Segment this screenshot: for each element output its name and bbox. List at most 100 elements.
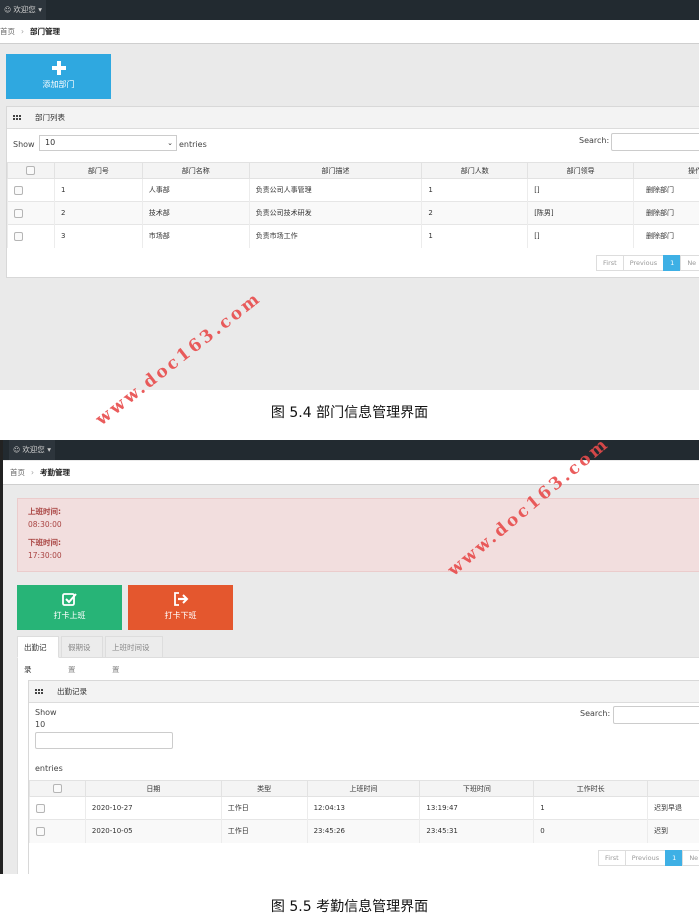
end-time-value: 17:30:00 — [28, 551, 62, 560]
tab-work-hours-settings[interactable]: 上班时间设置 — [105, 636, 163, 674]
row-select — [29, 796, 86, 820]
work-hours-alert: 上班时间: 08:30:00 下班时间: 17:30:00 — [17, 498, 699, 572]
row-checkbox[interactable] — [14, 185, 23, 195]
select-all-checkbox[interactable] — [52, 784, 62, 793]
breadcrumb-home[interactable]: 首页 — [10, 468, 25, 477]
cell-dept-id: 2 — [53, 201, 143, 225]
row-checkbox[interactable] — [36, 826, 45, 836]
page-length-select[interactable]: 10 ⌄ — [39, 135, 177, 151]
cell-dept-id: 1 — [53, 178, 143, 202]
start-time-value: 08:30:00 — [28, 520, 62, 529]
cell-type: 工作日 — [220, 796, 308, 820]
grid-icon — [13, 115, 21, 122]
tab-attendance-records[interactable]: 出勤记录 — [17, 636, 59, 674]
column-header[interactable]: 部门号 — [53, 162, 143, 179]
check-out-button[interactable]: 打卡下班 — [128, 585, 233, 630]
tab-leave-settings[interactable]: 假期设置 — [61, 636, 103, 674]
column-header[interactable]: 部门人数 — [421, 162, 529, 179]
pager-next[interactable]: Ne — [680, 255, 699, 271]
breadcrumb-current: 部门管理 — [30, 27, 60, 36]
search-input[interactable] — [611, 133, 699, 151]
delete-department-link[interactable]: 删除部门 — [633, 201, 699, 225]
pager-current-page[interactable]: 1 — [665, 850, 684, 866]
table-row: 2020-10-27 工作日 12:04:13 13:19:47 1 迟到早退 — [29, 796, 699, 820]
cell-dept-count: 2 — [421, 201, 528, 225]
cell-note: 迟到 — [647, 819, 699, 843]
end-time-label: 下班时间: — [28, 538, 61, 547]
page-length-value: 10 — [35, 720, 46, 729]
cell-dept-name: 技术部 — [141, 201, 250, 225]
page-length-select[interactable] — [35, 732, 173, 749]
cell-type: 工作日 — [220, 819, 308, 843]
cell-dept-id: 3 — [53, 224, 143, 248]
welcome-label: 欢迎您 — [22, 445, 45, 454]
row-checkbox[interactable] — [36, 803, 45, 813]
plus-icon — [51, 61, 66, 75]
attendance-table: 日期 类型 上班时间 下班时间 工作时长 备 2020-10-27 工作日 12… — [29, 780, 699, 843]
pager-current-page[interactable]: 1 — [663, 255, 682, 271]
column-header[interactable]: 日期 — [84, 780, 222, 797]
table-row: 2 技术部 负责公司技术研发 2 [陈男] 删除部门 — [7, 201, 699, 225]
user-icon: ☺ — [4, 6, 12, 14]
cell-date: 2020-10-05 — [84, 819, 222, 843]
entries-label: entries — [179, 140, 207, 149]
cell-work-hours: 0 — [533, 819, 648, 843]
department-list-panel: 部门列表 Show 10 ⌄ entries Search: 部门号 部门名称 … — [6, 106, 699, 278]
select-all-header — [29, 780, 86, 797]
add-department-button[interactable]: 添加部门 — [6, 54, 111, 99]
top-navbar: ☺ 欢迎您 ▾ — [0, 0, 699, 20]
cell-start-time: 23:45:26 — [306, 819, 420, 843]
cell-dept-leader: [] — [527, 178, 634, 202]
table-header-row: 部门号 部门名称 部门描述 部门人数 部门领导 操作 — [7, 162, 699, 179]
check-in-label: 打卡上班 — [53, 611, 86, 620]
delete-department-link[interactable]: 删除部门 — [633, 178, 699, 202]
figure-caption-2: 图 5.5 考勤信息管理界面 — [270, 899, 429, 915]
pager-first[interactable]: First — [596, 255, 624, 271]
welcome-label: 欢迎您 — [13, 5, 36, 14]
breadcrumb-current: 考勤管理 — [40, 468, 70, 477]
grid-icon — [35, 689, 43, 696]
cell-work-hours: 1 — [533, 796, 648, 820]
cell-dept-count: 1 — [421, 178, 528, 202]
pagination: First Previous 1 Ne — [596, 255, 699, 271]
cell-dept-leader: [陈男] — [527, 201, 634, 225]
column-header[interactable]: 工作时长 — [533, 780, 649, 797]
cell-dept-desc: 负责市场工作 — [248, 224, 422, 248]
pager-first[interactable]: First — [598, 850, 626, 866]
add-department-label: 添加部门 — [42, 80, 75, 89]
column-header[interactable]: 部门领导 — [527, 162, 635, 179]
user-menu[interactable]: ☺ 欢迎您 ▾ — [0, 0, 46, 20]
column-header[interactable]: 部门名称 — [141, 162, 250, 179]
check-square-icon — [62, 593, 77, 606]
row-checkbox[interactable] — [14, 231, 23, 241]
check-in-button[interactable]: 打卡上班 — [17, 585, 122, 630]
pager-previous[interactable]: Previous — [622, 255, 665, 271]
row-checkbox[interactable] — [14, 208, 23, 218]
table-header-row: 日期 类型 上班时间 下班时间 工作时长 备 — [29, 780, 699, 797]
panel-header: 部门列表 — [7, 107, 699, 129]
user-menu[interactable]: ☺ 欢迎您 ▾ — [9, 440, 55, 460]
cell-dept-count: 1 — [421, 224, 528, 248]
search-input[interactable] — [613, 706, 699, 724]
column-header[interactable]: 部门描述 — [248, 162, 423, 179]
page-length-value: 10 — [45, 138, 56, 147]
cell-dept-name: 人事部 — [141, 178, 250, 202]
breadcrumb-home[interactable]: 首页 — [0, 27, 15, 36]
show-label: Show — [13, 140, 35, 149]
row-select — [7, 224, 55, 248]
entries-label: entries — [35, 764, 63, 773]
user-icon: ☺ — [13, 446, 21, 454]
panel-header: 出勤记录 — [29, 681, 699, 703]
column-header[interactable]: 下班时间 — [419, 780, 535, 797]
select-all-checkbox[interactable] — [26, 166, 36, 175]
select-all-header — [7, 162, 55, 179]
pager-previous[interactable]: Previous — [624, 850, 667, 866]
delete-department-link[interactable]: 删除部门 — [633, 224, 699, 248]
column-header[interactable]: 上班时间 — [306, 780, 421, 797]
cell-end-time: 13:19:47 — [419, 796, 534, 820]
cell-dept-name: 市场部 — [141, 224, 250, 248]
column-header[interactable]: 类型 — [220, 780, 308, 797]
panel-title: 出勤记录 — [57, 687, 87, 696]
show-label: Show — [35, 708, 57, 717]
pager-next[interactable]: Ne — [682, 850, 699, 866]
